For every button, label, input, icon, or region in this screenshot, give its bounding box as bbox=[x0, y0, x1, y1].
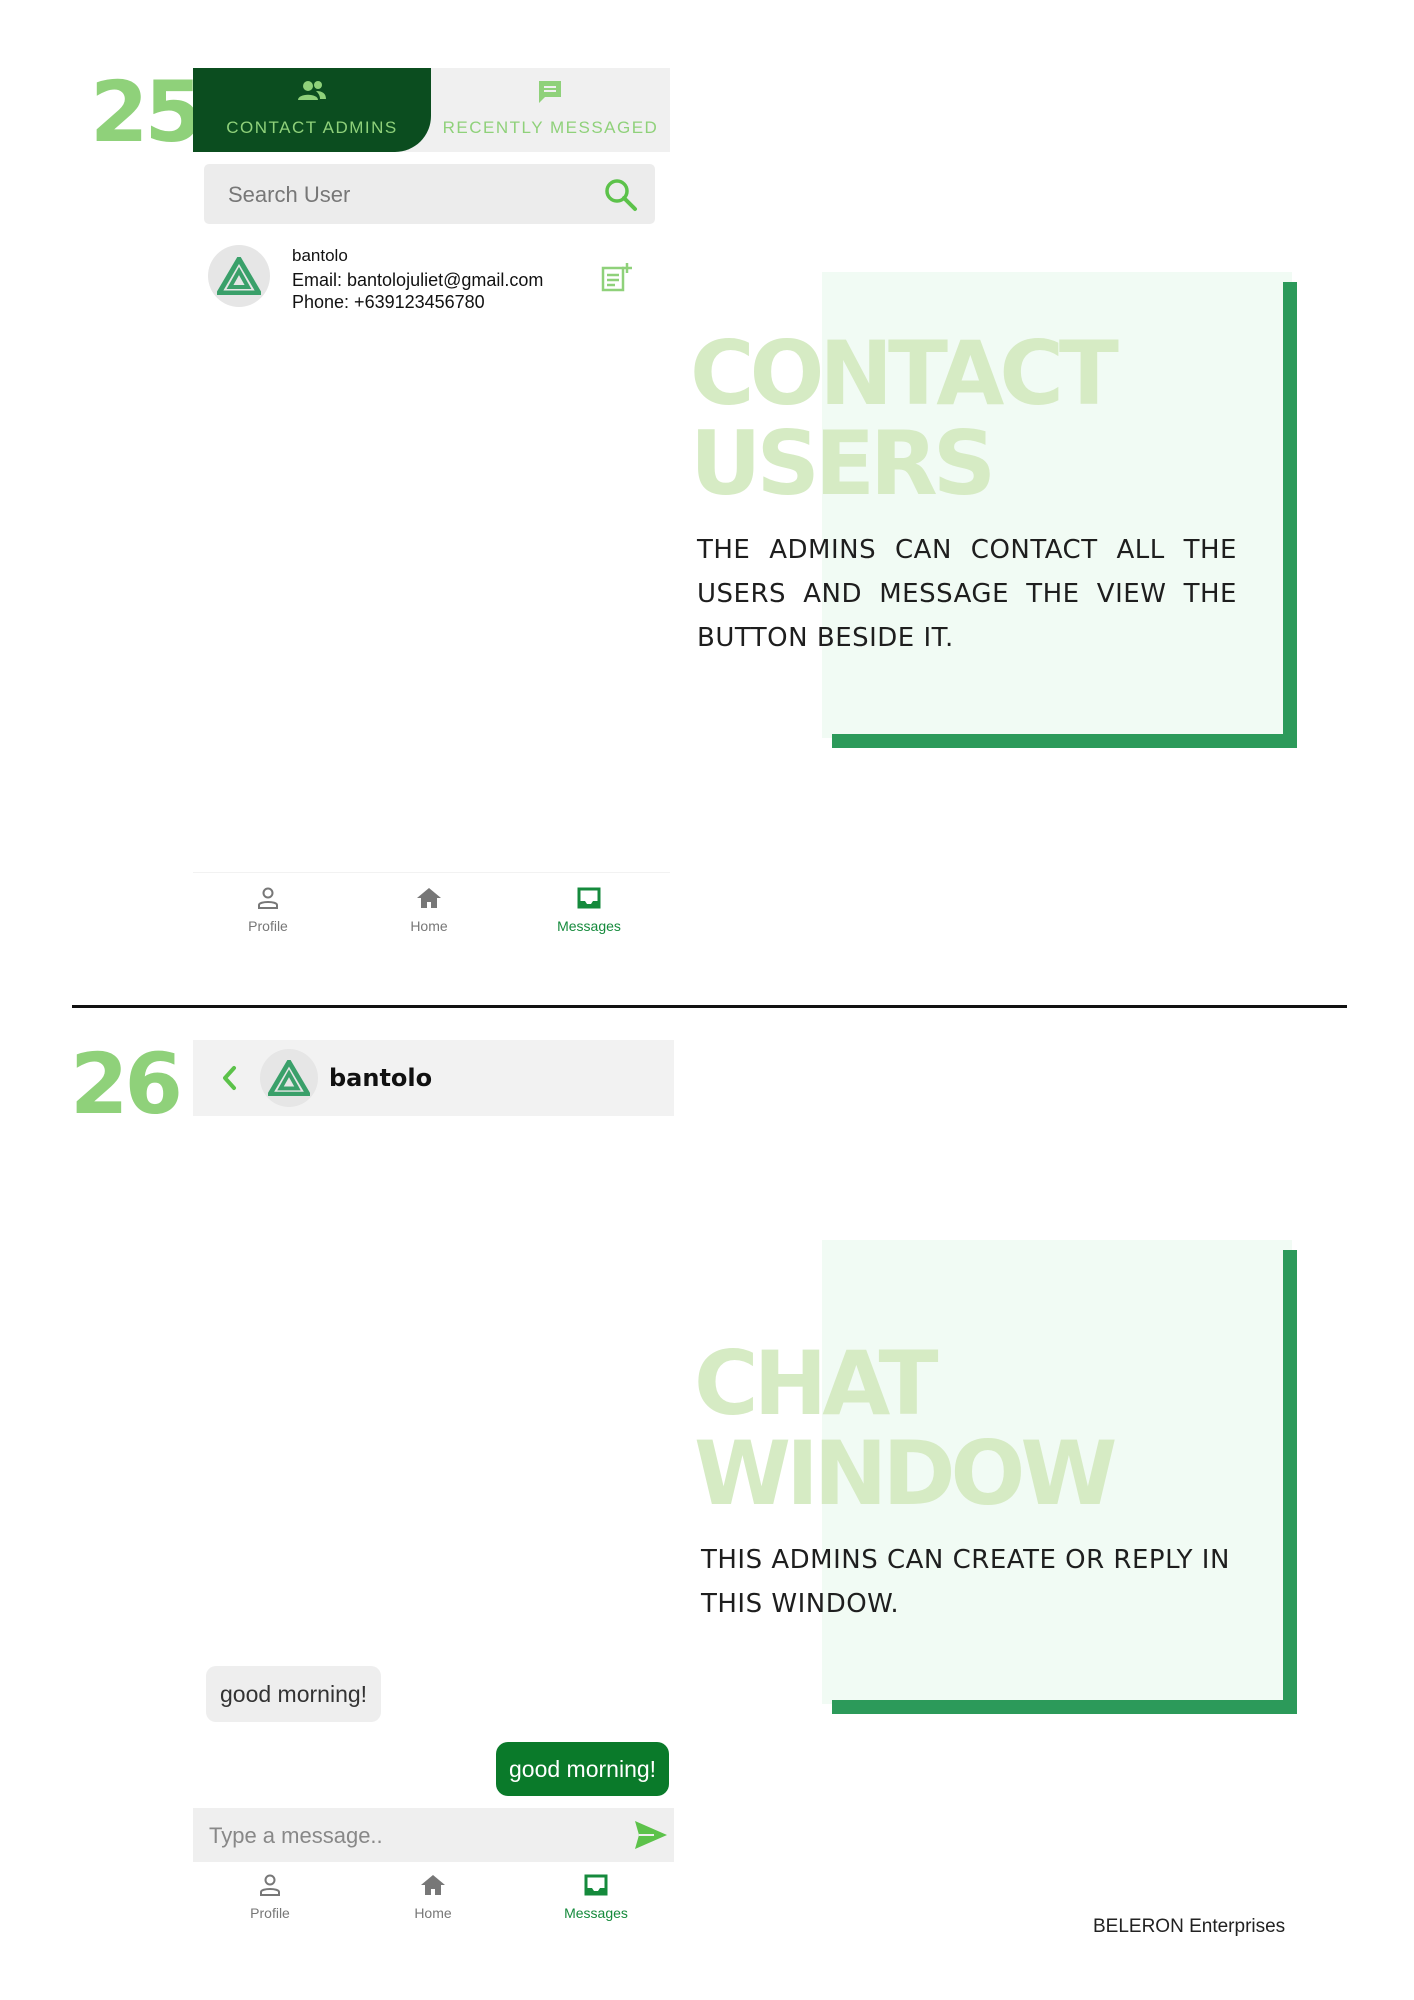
chat-header: bantolo bbox=[193, 1040, 674, 1116]
tab-label: CONTACT ADMINS bbox=[226, 118, 398, 137]
chat-icon bbox=[539, 81, 561, 103]
callout-accent-bar bbox=[832, 1700, 1297, 1714]
footer-brand: BELERON Enterprises bbox=[1093, 1916, 1286, 1937]
nav-profile[interactable]: Profile bbox=[220, 1874, 320, 1921]
nav-label: Profile bbox=[250, 1905, 290, 1921]
callout-accent-bar bbox=[1283, 282, 1297, 748]
callout-title: CONTACT bbox=[690, 322, 1119, 425]
new-message-icon[interactable] bbox=[600, 262, 632, 294]
nav-label: Messages bbox=[564, 1905, 628, 1921]
user-name: bantolo bbox=[292, 246, 348, 265]
user-phone: Phone: +639123456780 bbox=[292, 292, 485, 312]
send-icon[interactable] bbox=[634, 1820, 668, 1850]
nav-label: Home bbox=[414, 1905, 452, 1921]
tab-recently-messaged[interactable]: RECENTLY MESSAGED bbox=[431, 68, 670, 152]
step-number: 25 bbox=[90, 63, 203, 161]
inbox-icon bbox=[577, 887, 601, 909]
message-input[interactable]: Type a message.. bbox=[209, 1823, 383, 1849]
avatar bbox=[260, 1049, 318, 1107]
nav-profile[interactable]: Profile bbox=[218, 887, 318, 934]
callout-accent-bar bbox=[832, 734, 1297, 748]
home-icon bbox=[417, 888, 441, 908]
bottom-nav: Profile Home Messages bbox=[193, 1864, 670, 1936]
search-bar[interactable]: Search User bbox=[204, 164, 655, 224]
step-number: 26 bbox=[70, 1035, 183, 1133]
section-divider bbox=[72, 1005, 1347, 1008]
nav-home[interactable]: Home bbox=[383, 1874, 483, 1921]
users-icon bbox=[298, 81, 326, 100]
callout-title: USERS bbox=[690, 412, 996, 515]
message-outgoing: good morning! bbox=[496, 1742, 670, 1796]
callout-body: THIS ADMINS CAN CREATE OR REPLY IN THIS … bbox=[701, 1545, 1230, 1619]
user-email: Email: bantolojuliet@gmail.com bbox=[292, 270, 544, 290]
avatar bbox=[208, 245, 270, 307]
message-input-bar: Type a message.. bbox=[193, 1808, 674, 1862]
chat-contact-name: bantolo bbox=[329, 1064, 433, 1092]
nav-messages[interactable]: Messages bbox=[539, 887, 639, 934]
search-icon[interactable] bbox=[604, 178, 638, 212]
callout-accent-bar bbox=[1283, 1250, 1297, 1714]
search-input[interactable]: Search User bbox=[228, 182, 350, 208]
message-incoming: good morning! bbox=[206, 1666, 382, 1722]
nav-home[interactable]: Home bbox=[379, 887, 479, 934]
nav-label: Home bbox=[410, 918, 448, 934]
logo-icon bbox=[268, 1060, 310, 1096]
person-icon bbox=[258, 887, 278, 909]
user-list-item[interactable]: bantolo Email: bantolojuliet@gmail.com P… bbox=[204, 240, 655, 320]
person-icon bbox=[260, 1874, 280, 1896]
callout-body: THE ADMINS CAN CONTACT ALL THE USERS AND… bbox=[697, 535, 1237, 653]
logo-icon bbox=[217, 257, 261, 295]
nav-label: Profile bbox=[248, 918, 288, 934]
nav-messages[interactable]: Messages bbox=[546, 1874, 646, 1921]
nav-label: Messages bbox=[557, 918, 621, 934]
home-icon bbox=[421, 1875, 445, 1895]
tab-contact-admins[interactable]: CONTACT ADMINS bbox=[193, 68, 431, 152]
callout-title: CHAT bbox=[694, 1332, 939, 1435]
callout-title: WINDOW bbox=[694, 1422, 1117, 1525]
inbox-icon bbox=[584, 1874, 608, 1896]
back-arrow-icon[interactable] bbox=[221, 1065, 237, 1091]
tab-label: RECENTLY MESSAGED bbox=[442, 118, 659, 137]
bottom-nav: Profile Home Messages bbox=[193, 872, 670, 944]
